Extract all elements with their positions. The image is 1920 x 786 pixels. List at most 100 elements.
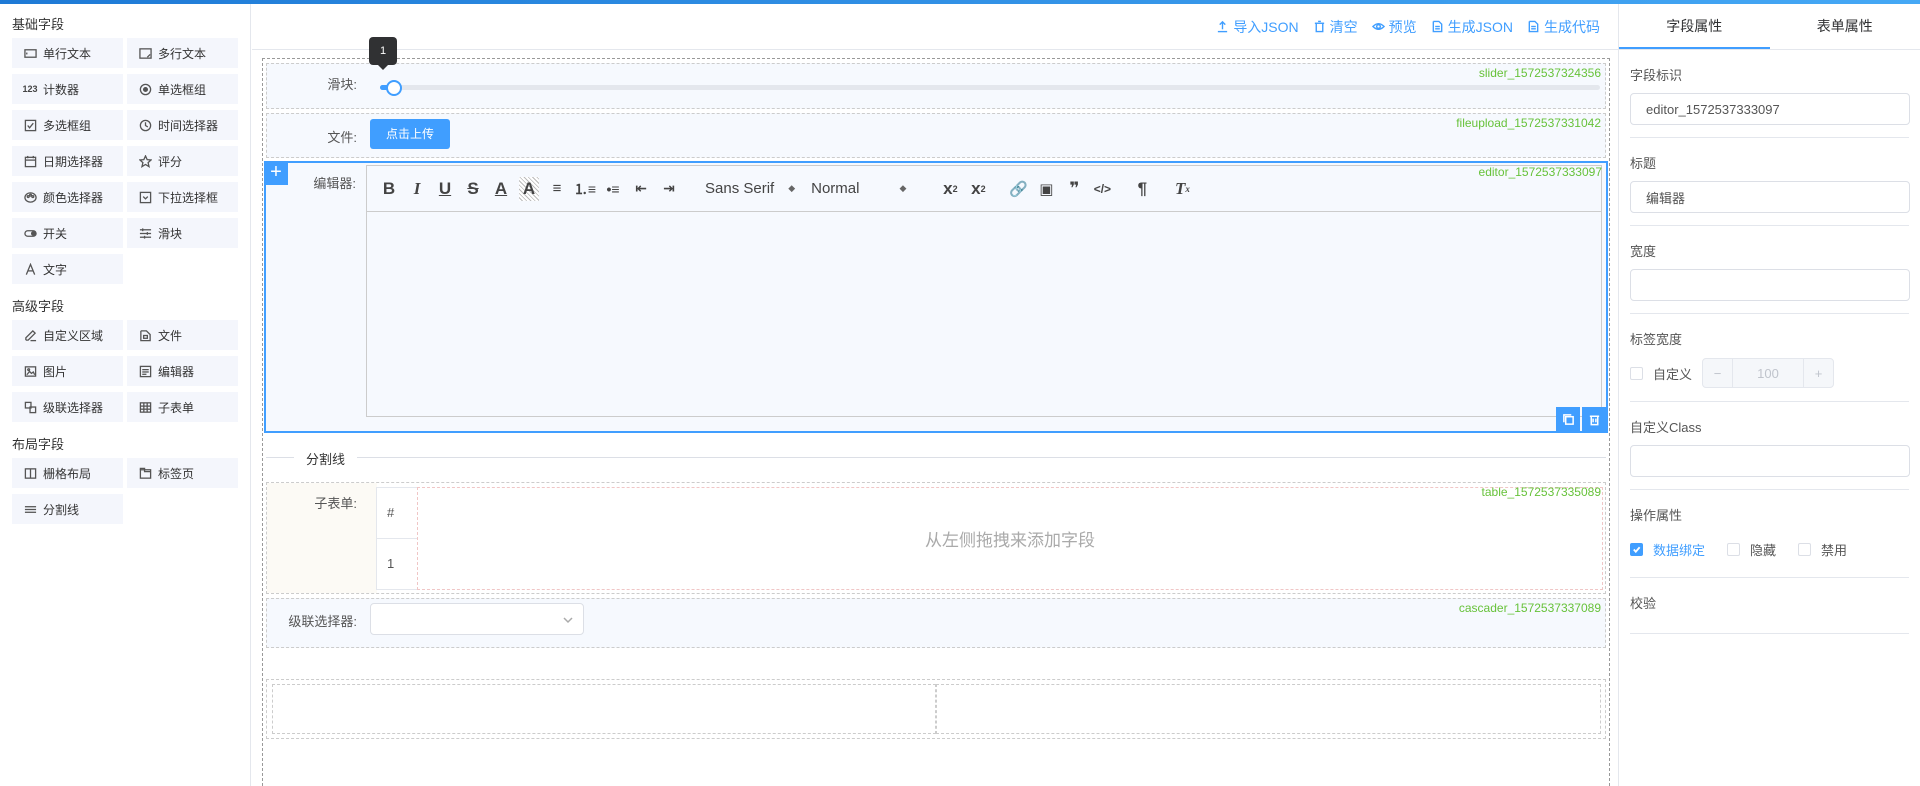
superscript-icon[interactable]: x2: [964, 177, 992, 201]
subscript-icon[interactable]: x2: [936, 177, 964, 201]
palette-item-slider[interactable]: 滑块: [127, 218, 238, 248]
outdent-icon[interactable]: ⇤: [627, 177, 655, 201]
bold-icon[interactable]: B: [375, 177, 403, 201]
section-width: 宽度: [1630, 240, 1910, 314]
rich-text-editor[interactable]: B I U S A A ≡ ⒈≡ •≡ ⇤ ⇥ Sans Serif ◆ Norm…: [366, 165, 1602, 417]
widget-divider[interactable]: 分割线: [266, 435, 1606, 479]
palette-item-subtable[interactable]: 子表单: [127, 392, 238, 422]
increment-button[interactable]: +: [1803, 359, 1833, 387]
widget-cascader[interactable]: 级联选择器: cascader_1572537337089: [266, 598, 1606, 648]
designer-toolbar: 导入JSON 清空 预览 生成JSON 生成代码: [252, 4, 1618, 50]
tab-field-properties[interactable]: 字段属性: [1619, 4, 1770, 49]
grid-column[interactable]: [936, 684, 1601, 734]
generate-code-button[interactable]: 生成代码: [1527, 17, 1600, 37]
ordered-list-icon[interactable]: ⒈≡: [571, 177, 599, 201]
italic-icon[interactable]: I: [403, 177, 431, 201]
palette-item-checkbox[interactable]: 多选框组: [12, 110, 123, 140]
field-label: 文件:: [327, 130, 357, 145]
image-icon[interactable]: ▣: [1032, 177, 1060, 201]
palette-item-select[interactable]: 下拉选择框: [127, 182, 238, 212]
form-canvas[interactable]: 滑块: 1 slider_1572537324356 文件: 点击上传 file…: [262, 37, 1610, 786]
label-width-value[interactable]: 100: [1733, 359, 1803, 387]
widget-subtable[interactable]: 子表单: # 1 从左侧拖拽来添加字段 table_1572537335089: [266, 482, 1606, 594]
widget-file-upload[interactable]: 文件: 点击上传 fileupload_1572537331042: [266, 113, 1606, 158]
divider-line: [266, 457, 1606, 458]
generate-json-button[interactable]: 生成JSON: [1431, 17, 1513, 37]
palette-item-divider[interactable]: 分割线: [12, 494, 123, 524]
checkbox-icon: [1727, 542, 1741, 556]
widget-slider[interactable]: 滑块: 1 slider_1572537324356: [266, 37, 1606, 109]
palette-item-date[interactable]: 日期选择器: [12, 146, 123, 176]
palette-item-input[interactable]: 单行文本: [12, 38, 123, 68]
font-size-select[interactable]: Normal ◆: [811, 177, 906, 201]
title-input[interactable]: [1630, 181, 1910, 213]
section-label-width: 标签宽度 自定义 − 100 +: [1630, 328, 1909, 402]
palette-item-switch[interactable]: 开关: [12, 218, 123, 248]
palette-item-color[interactable]: 颜色选择器: [12, 182, 123, 212]
widget-grid-layout[interactable]: [266, 679, 1606, 739]
font-family-select[interactable]: Sans Serif ◆: [705, 177, 795, 201]
upload-button[interactable]: 点击上传: [370, 119, 450, 149]
section-custom-class: 自定义Class: [1630, 416, 1910, 490]
input-icon: [23, 46, 37, 60]
import-json-button[interactable]: 导入JSON: [1216, 17, 1299, 37]
palette-item-text[interactable]: 文字: [12, 254, 123, 284]
palette-item-textarea[interactable]: 多行文本: [127, 38, 238, 68]
checkbox-icon: [1798, 542, 1812, 556]
layout-fields-grid: 栅格布局 标签页 分割线: [12, 458, 238, 524]
align-icon[interactable]: ≡: [543, 177, 571, 201]
background-color-icon[interactable]: A: [519, 176, 539, 201]
slider-handle[interactable]: [385, 80, 402, 96]
custom-label-width-checkbox[interactable]: [1630, 366, 1643, 380]
font-color-icon[interactable]: A: [487, 177, 515, 201]
widget-editor[interactable]: + 编辑器: B I U S A A ≡ ⒈≡ •≡ ⇤ ⇥ Sans Seri…: [264, 161, 1608, 433]
palette-item-rate[interactable]: 评分: [127, 146, 238, 176]
cascader-select[interactable]: [370, 603, 584, 635]
editor-content-area[interactable]: [367, 212, 1601, 416]
palette-item-time[interactable]: 时间选择器: [127, 110, 238, 140]
hidden-option[interactable]: 隐藏: [1727, 540, 1776, 559]
palette-item-grid[interactable]: 栅格布局: [12, 458, 123, 488]
palette-item-cascader[interactable]: 级联选择器: [12, 392, 123, 422]
calendar-icon: [23, 154, 37, 168]
section-field-id: 字段标识: [1630, 64, 1910, 138]
subtable-row-index: 1: [387, 556, 395, 572]
quote-icon[interactable]: ❞: [1060, 177, 1088, 201]
palette-item-tabs[interactable]: 标签页: [127, 458, 238, 488]
label-width-stepper[interactable]: − 100 +: [1702, 358, 1835, 388]
field-label: 滑块:: [327, 77, 357, 92]
data-binding-option[interactable]: 数据绑定: [1630, 540, 1705, 559]
underline-icon[interactable]: U: [431, 177, 459, 201]
width-input[interactable]: [1630, 269, 1910, 301]
palette-item-number[interactable]: 123 计数器: [12, 74, 123, 104]
clear-button[interactable]: 清空: [1313, 17, 1358, 37]
tab-form-properties[interactable]: 表单属性: [1770, 4, 1920, 49]
palette-item-radio[interactable]: 单选框组: [127, 74, 238, 104]
operations-label: 操作属性: [1630, 508, 1683, 523]
code-icon[interactable]: </>: [1088, 177, 1116, 201]
label-width-label: 标签宽度: [1630, 332, 1683, 347]
clear-format-icon[interactable]: Tx: [1168, 177, 1196, 201]
custom-class-input[interactable]: [1630, 445, 1910, 477]
palette-item-custom[interactable]: 自定义区域: [12, 320, 123, 350]
bullet-list-icon[interactable]: •≡: [599, 177, 627, 201]
validation-label[interactable]: 校验: [1630, 592, 1909, 616]
grid-column[interactable]: [272, 684, 936, 734]
subtable-drop-zone[interactable]: 从左侧拖拽来添加字段: [417, 487, 1603, 590]
updown-icon: ◆: [788, 183, 796, 193]
delete-button[interactable]: [1582, 407, 1606, 431]
palette-item-file[interactable]: 文件: [127, 320, 238, 350]
disabled-option[interactable]: 禁用: [1798, 540, 1847, 559]
slider-track[interactable]: [380, 80, 1600, 96]
field-id-input[interactable]: [1630, 93, 1910, 125]
decrement-button[interactable]: −: [1703, 359, 1734, 387]
palette-item-image[interactable]: 图片: [12, 356, 123, 386]
link-icon[interactable]: 🔗: [1004, 177, 1032, 201]
preview-button[interactable]: 预览: [1371, 17, 1417, 37]
text-direction-icon[interactable]: ¶: [1128, 177, 1156, 201]
strike-icon[interactable]: S: [459, 177, 487, 201]
field-key: slider_1572537324356: [1478, 66, 1601, 80]
palette-item-editor[interactable]: 编辑器: [127, 356, 238, 386]
indent-icon[interactable]: ⇥: [655, 177, 683, 201]
copy-button[interactable]: [1556, 407, 1580, 431]
